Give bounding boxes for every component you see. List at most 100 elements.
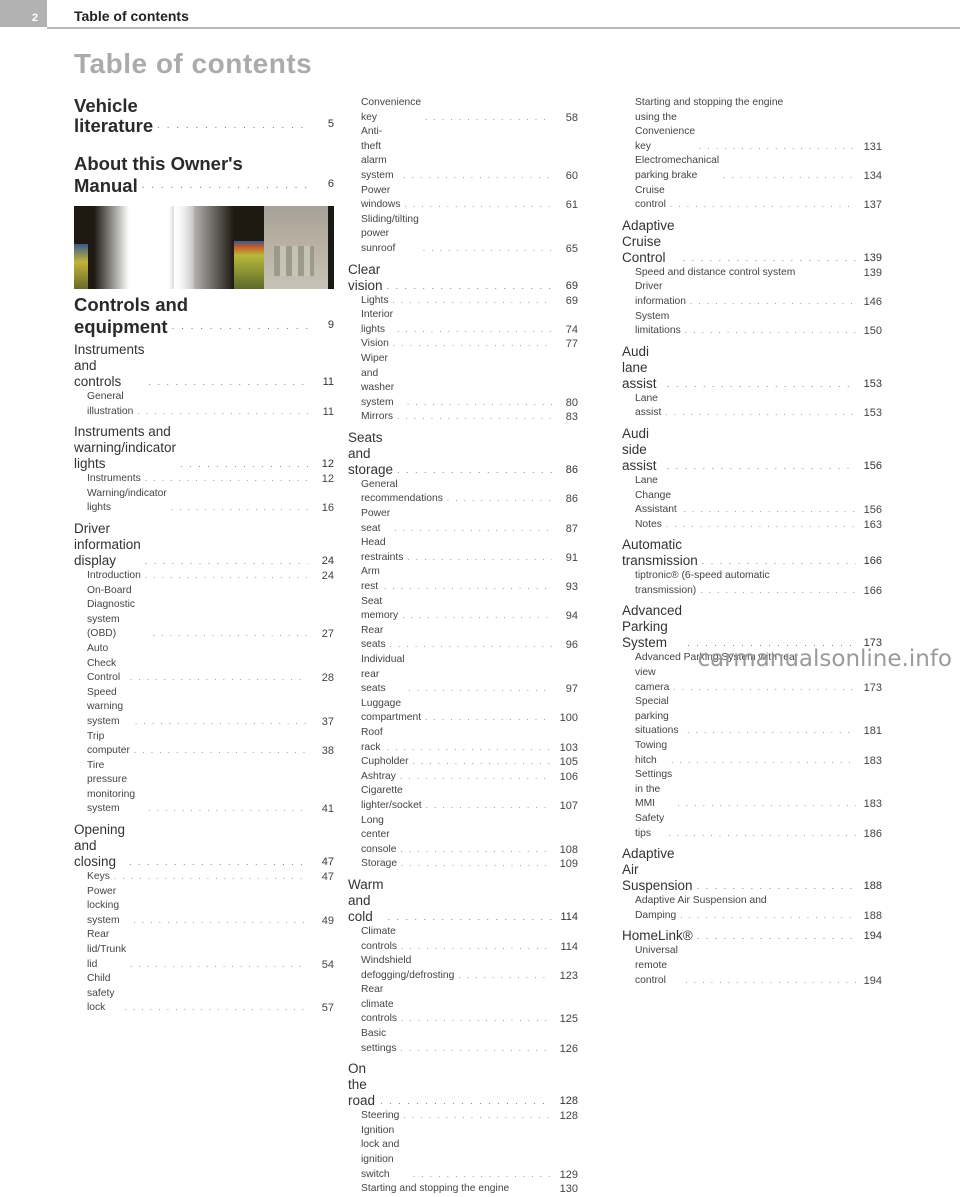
toc-subsection[interactable]: Wiper and washer system 80 [348,352,578,410]
toc-entry[interactable]: Individual rear seats 97 [361,653,578,697]
toc-entry[interactable]: Speed warning system 37 [87,686,334,730]
toc-subsection[interactable]: Vision 77 [348,337,578,352]
toc-entry[interactable]: Storage 109 [361,857,578,872]
toc-subsection[interactable]: Luggage compartment 100 [348,697,578,726]
toc-subsection[interactable]: General illustration 11 [74,390,334,419]
toc-subsection[interactable]: Starting and stopping the engine 130 [348,1182,578,1197]
toc-entry[interactable]: Long center console 108 [361,814,578,858]
toc-chapter[interactable]: Controls andequipment 9 [74,295,334,337]
toc-entry[interactable]: Trip computer 38 [87,730,334,759]
toc-entry[interactable]: Rear seats 96 [361,624,578,653]
toc-entry[interactable]: Lane assist 153 [635,392,882,421]
toc-subsection[interactable]: Arm rest 93 [348,565,578,594]
toc-section[interactable]: Audi side assist 156 [622,426,882,474]
toc-section[interactable]: On the road 128 [348,1061,578,1109]
toc-subsection[interactable]: Basic settings 126 [348,1027,578,1056]
toc-subsection[interactable]: Notes 163 [622,518,882,533]
toc-entry[interactable]: Warm and cold 114 [348,877,578,925]
toc-subsection[interactable]: Speed and distance control system 139 [622,266,882,281]
toc-entry[interactable]: Anti-theft alarm system 60 [361,125,578,183]
toc-entry[interactable]: Power seat 87 [361,507,578,536]
toc-entry[interactable]: Lights 69 [361,294,578,309]
toc-subsection[interactable]: Speed warning system 37 [74,686,334,730]
toc-entry[interactable]: Power windows 61 [361,184,578,213]
toc-chapter[interactable]: Vehicle literature 5 [74,96,334,136]
toc-entry[interactable]: Driver information 146 [635,280,882,309]
toc-entry[interactable]: Basic settings 126 [361,1027,578,1056]
toc-entry[interactable]: Audi lane assist 153 [622,344,882,392]
toc-subsection[interactable]: Anti-theft alarm system 60 [348,125,578,183]
toc-entry[interactable]: equipment 9 [74,315,334,337]
toc-entry[interactable]: Seats and storage 86 [348,430,578,478]
toc-subsection[interactable]: tiptronic® (6-speed automatic transmissio… [622,569,882,598]
toc-entry[interactable]: Universal remote control 194 [635,944,882,988]
toc-entry[interactable]: Lane Change Assistant 156 [635,474,882,518]
toc-subsection[interactable]: Mirrors 83 [348,410,578,425]
toc-entry[interactable]: Electromechanical parking brake 134 [635,154,882,183]
toc-subsection[interactable]: On-Board Diagnostic system (OBD) 27 [74,584,334,642]
toc-entry[interactable]: System limitations 150 [635,310,882,339]
toc-entry[interactable]: Special parking situations 181 [635,695,882,739]
toc-section[interactable]: Instruments andwarning/indicator lights 1… [74,424,334,472]
toc-subsection[interactable]: General recommendations 86 [348,478,578,507]
toc-entry[interactable]: Power locking system 49 [87,885,334,929]
toc-entry[interactable]: Luggage compartment 100 [361,697,578,726]
toc-subsection[interactable]: Power locking system 49 [74,885,334,929]
toc-entry[interactable]: warning/indicator lights 12 [74,440,334,472]
toc-entry[interactable]: HomeLink® 194 [622,928,882,944]
toc-entry[interactable]: Driver information display 24 [74,521,334,569]
toc-entry[interactable]: Seat memory 94 [361,595,578,624]
toc-section[interactable]: Automatic transmission 166 [622,537,882,569]
toc-entry[interactable]: Wiper and washer system 80 [361,352,578,410]
toc-section[interactable]: Opening and closing 47 [74,822,334,870]
toc-entry[interactable]: Auto Check Control 28 [87,642,334,686]
toc-subsection[interactable]: Safety tips 186 [622,812,882,841]
toc-entry[interactable]: Instruments 12 [87,472,334,487]
toc-subsection[interactable]: Ignition lock and ignition switch 129 [348,1124,578,1182]
toc-entry[interactable]: Adaptive Cruise Control 139 [622,218,882,266]
toc-entry[interactable]: Adaptive Air Suspension 188 [622,846,882,894]
toc-subsection[interactable]: Child safety lock 57 [74,972,334,1016]
toc-subsection[interactable]: Steering 128 [348,1109,578,1124]
toc-subsection[interactable]: Power windows 61 [348,184,578,213]
toc-subsection[interactable]: Lane Change Assistant 156 [622,474,882,518]
toc-chapter[interactable]: About this Owner'sManual 6 [74,154,334,196]
toc-section[interactable]: HomeLink® 194 [622,928,882,944]
toc-subsection[interactable]: Keys 47 [74,870,334,885]
toc-entry[interactable]: Ashtray 106 [361,770,578,785]
toc-entry[interactable]: Head restraints 91 [361,536,578,565]
toc-subsection[interactable]: Storage 109 [348,857,578,872]
toc-subsection[interactable]: Climate controls 114 [348,925,578,954]
toc-section[interactable]: Instruments and controls 11 [74,342,334,390]
toc-entry[interactable]: Damping 188 [635,909,882,924]
toc-entry[interactable]: Sliding/tilting power sunroof 65 [361,213,578,257]
toc-entry[interactable]: Cigarette lighter/socket 107 [361,784,578,813]
toc-section[interactable]: Advanced Parking System173 [622,603,882,651]
toc-entry[interactable]: Tire pressure monitoring system 41 [87,759,334,817]
toc-entry[interactable]: Advanced Parking System173 [622,603,882,651]
toc-subsection[interactable]: Electromechanical parking brake 134 [622,154,882,183]
toc-entry[interactable]: Safety tips 186 [635,812,882,841]
toc-entry[interactable]: Automatic transmission 166 [622,537,882,569]
toc-subsection[interactable]: Convenience key 58 [348,96,578,125]
toc-entry[interactable]: Introduction 24 [87,569,334,584]
toc-subsection[interactable]: Long center console 108 [348,814,578,858]
toc-section[interactable]: Warm and cold 114 [348,877,578,925]
toc-entry[interactable]: Climate controls 114 [361,925,578,954]
toc-subsection[interactable]: Ashtray 106 [348,770,578,785]
toc-subsection[interactable]: Adaptive Air Suspension and Damping 188 [622,894,882,923]
toc-entry[interactable]: Settings in the MMI 183 [635,768,882,812]
toc-entry[interactable]: Keys 47 [87,870,334,885]
toc-subsection[interactable]: Individual rear seats 97 [348,653,578,697]
toc-entry[interactable]: Steering 128 [361,1109,578,1124]
toc-section[interactable]: Seats and storage 86 [348,430,578,478]
toc-section[interactable]: Clear vision 69 [348,262,578,294]
toc-subsection[interactable]: Roof rack 103 [348,726,578,755]
toc-subsection[interactable]: Seat memory 94 [348,595,578,624]
toc-entry[interactable]: Vehicle literature 5 [74,96,334,136]
toc-subsection[interactable]: Sliding/tilting power sunroof 65 [348,213,578,257]
toc-entry[interactable]: Starting and stopping the engine 130 [361,1182,578,1197]
toc-subsection[interactable]: Towing hitch 183 [622,739,882,768]
toc-subsection[interactable]: Rear lid/Trunk lid 54 [74,928,334,972]
toc-subsection[interactable]: Driver information 146 [622,280,882,309]
